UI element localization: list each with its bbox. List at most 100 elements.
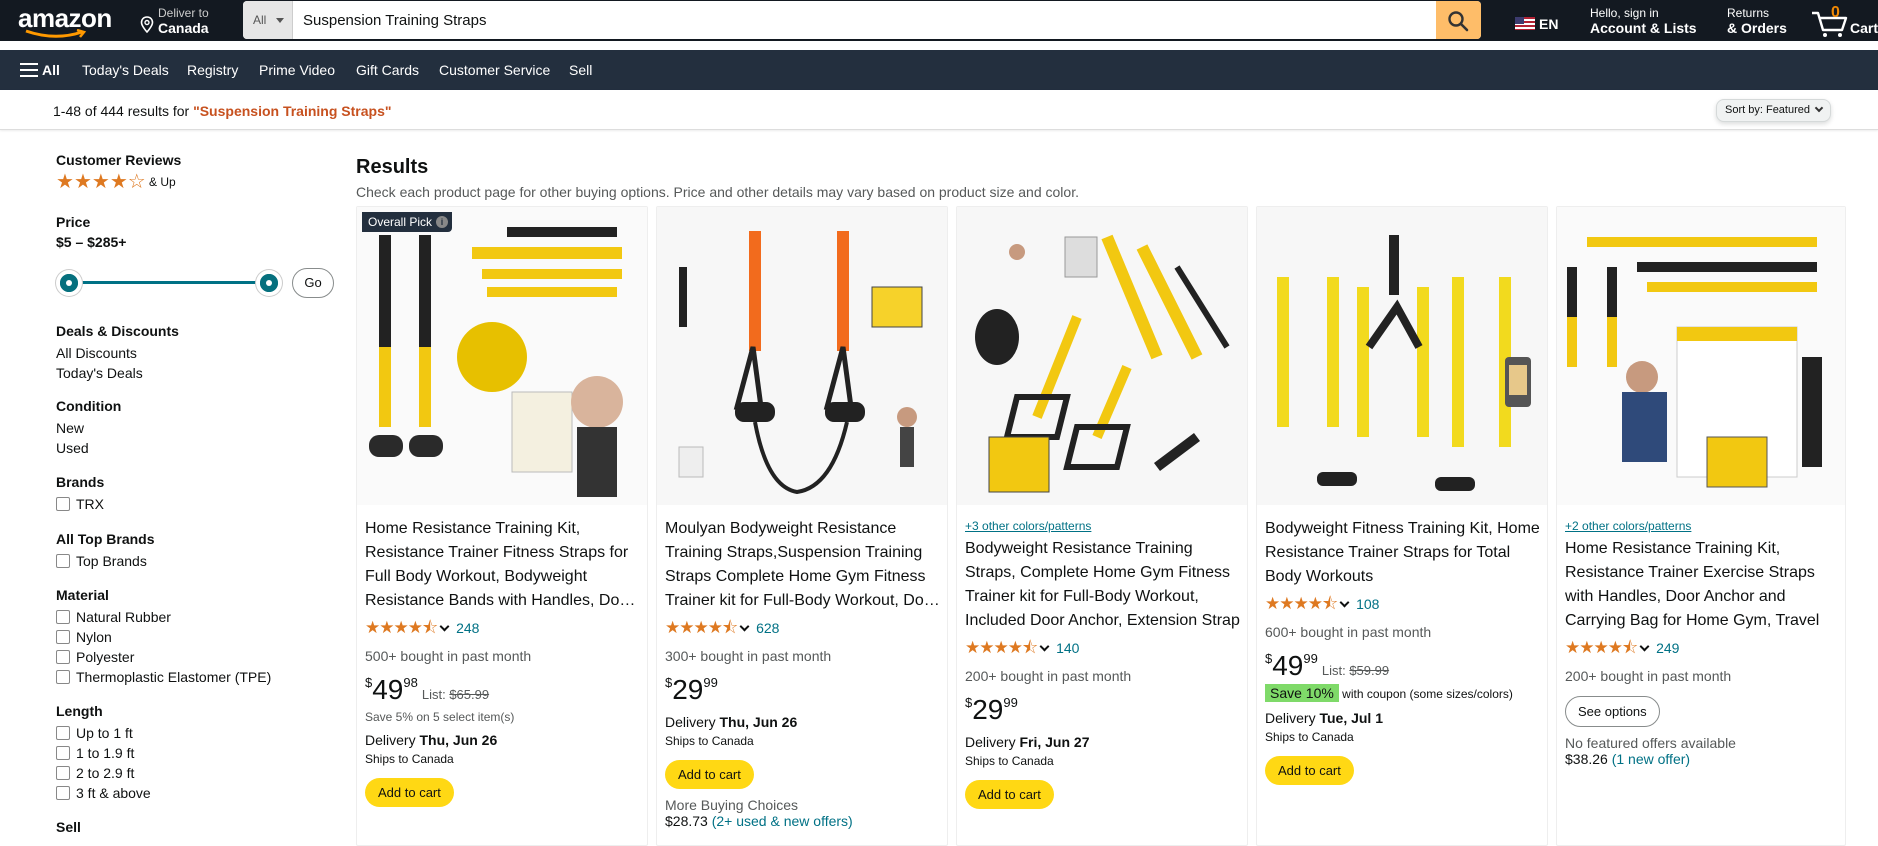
amazon-logo[interactable]: amazon [18, 5, 120, 38]
ships-to: Ships to Canada [1265, 730, 1354, 744]
chevron-down-icon[interactable] [1639, 641, 1650, 652]
used-new-offers-link[interactable]: (2+ used & new offers) [712, 813, 853, 829]
filter-todays-deals[interactable]: Today's Deals [56, 363, 179, 383]
filter-length-1-to-1-9[interactable]: 1 to 1.9 ft [56, 743, 151, 763]
product-image[interactable] [1557, 207, 1845, 505]
chevron-down-icon[interactable] [739, 621, 750, 632]
checkbox-label: TRX [76, 496, 104, 512]
checkbox[interactable] [56, 650, 70, 664]
all-menu-button[interactable]: All [20, 62, 60, 78]
review-count[interactable]: 248 [456, 620, 479, 636]
sort-dropdown[interactable]: Sort by: Featured [1716, 99, 1831, 122]
cart-icon [1812, 11, 1848, 37]
checkbox[interactable] [56, 497, 70, 511]
chevron-down-icon[interactable] [439, 621, 450, 632]
checkbox[interactable] [56, 766, 70, 780]
product-card: Moulyan Bodyweight Resistance Training S… [656, 206, 948, 846]
product-title[interactable]: Bodyweight Fitness Training Kit, Home Re… [1265, 517, 1541, 589]
price[interactable]: $2999 [965, 694, 1241, 726]
filter-top-brands[interactable]: Top Brands [56, 551, 155, 571]
review-count[interactable]: 628 [756, 620, 779, 636]
material-heading: Material [56, 587, 109, 603]
delivery-label: Delivery [365, 732, 420, 748]
filter-brand-trx[interactable]: TRX [56, 494, 104, 514]
checkbox[interactable] [56, 746, 70, 760]
add-to-cart-button[interactable]: Add to cart [365, 778, 454, 807]
language-selector[interactable]: EN [1515, 16, 1558, 32]
subnav-prime-video[interactable]: Prime Video [259, 62, 335, 78]
deals-filter: Deals & Discounts All Discounts Today's … [56, 323, 179, 383]
price[interactable]: $2999 [665, 674, 941, 706]
subnav-gift-cards[interactable]: Gift Cards [356, 62, 419, 78]
add-to-cart-button[interactable]: Add to cart [665, 760, 754, 789]
product-title[interactable]: Bodyweight Resistance Training Straps, C… [965, 537, 1241, 633]
search-button[interactable] [1436, 1, 1481, 39]
checkbox-label: Top Brands [76, 553, 147, 569]
filter-nylon[interactable]: Nylon [56, 627, 271, 647]
checkbox[interactable] [56, 610, 70, 624]
filter-new[interactable]: New [56, 418, 121, 438]
rating-stars-icon[interactable]: ★★★★⯪ [365, 618, 438, 637]
product-title[interactable]: Moulyan Bodyweight Resistance Training S… [665, 517, 941, 613]
cart-button[interactable]: 0 Cart [1810, 4, 1878, 38]
filter-natural-rubber[interactable]: Natural Rubber [56, 607, 271, 627]
checkbox[interactable] [56, 726, 70, 740]
price-max-handle[interactable] [256, 270, 282, 296]
filter-all-discounts[interactable]: All Discounts [56, 343, 179, 363]
subnav-registry[interactable]: Registry [187, 62, 238, 78]
product-image[interactable] [957, 207, 1247, 505]
returns-orders[interactable]: Returns & Orders [1727, 6, 1787, 36]
rating-stars-icon[interactable]: ★★★★⯪ [1565, 638, 1638, 657]
search-input[interactable] [293, 1, 1431, 39]
rating-stars-icon[interactable]: ★★★★⯪ [1265, 594, 1338, 613]
other-colors-link[interactable]: +2 other colors/patterns [1565, 519, 1841, 533]
coupon[interactable]: Save 10% with coupon (some sizes/colors) [1265, 684, 1541, 702]
product-image[interactable]: Overall Pick i [357, 207, 647, 505]
product-image[interactable] [1257, 207, 1547, 505]
checkbox[interactable] [56, 630, 70, 644]
price-min-handle[interactable] [56, 270, 82, 296]
product-image[interactable] [657, 207, 947, 505]
deliver-label: Deliver to [158, 6, 209, 20]
checkbox[interactable] [56, 670, 70, 684]
checkbox[interactable] [56, 554, 70, 568]
rating-stars-icon[interactable]: ★★★★⯪ [665, 618, 738, 637]
subnav-sell[interactable]: Sell [569, 62, 592, 78]
see-options-button[interactable]: See options [1565, 696, 1660, 727]
four-stars-up-filter[interactable]: ★★★★☆ & Up [56, 172, 181, 192]
price-go-button[interactable]: Go [292, 268, 334, 298]
review-count[interactable]: 249 [1656, 640, 1679, 656]
new-offer-link[interactable]: (1 new offer) [1612, 751, 1690, 767]
chevron-down-icon[interactable] [1339, 597, 1350, 608]
filter-length-3-above[interactable]: 3 ft & above [56, 783, 151, 803]
product-photo-straps [657, 207, 947, 505]
add-to-cart-button[interactable]: Add to cart [965, 780, 1054, 809]
product-title[interactable]: Home Resistance Training Kit, Resistance… [1565, 537, 1841, 633]
add-to-cart-button[interactable]: Add to cart [1265, 756, 1354, 785]
price[interactable]: $4998List: $65.99 [365, 674, 641, 706]
info-icon[interactable]: i [436, 216, 449, 228]
review-count[interactable]: 108 [1356, 596, 1379, 612]
filter-length-2-to-2-9[interactable]: 2 to 2.9 ft [56, 763, 151, 783]
product-title[interactable]: Home Resistance Training Kit, Resistance… [365, 517, 641, 613]
chevron-down-icon[interactable] [1039, 641, 1050, 652]
filter-used[interactable]: Used [56, 438, 121, 458]
filter-polyester[interactable]: Polyester [56, 647, 271, 667]
filter-length-up-to-1[interactable]: Up to 1 ft [56, 723, 151, 743]
checkbox[interactable] [56, 786, 70, 800]
other-colors-link[interactable]: +3 other colors/patterns [965, 519, 1241, 533]
filter-tpe[interactable]: Thermoplastic Elastomer (TPE) [56, 667, 271, 687]
condition-heading: Condition [56, 398, 122, 414]
price[interactable]: $4999List: $59.99 [1265, 650, 1541, 682]
more-offers: $28.73 (2+ used & new offers) [665, 813, 941, 829]
rating-stars-icon[interactable]: ★★★★⯪ [965, 638, 1038, 657]
account-menu[interactable]: Hello, sign in Account & Lists [1590, 6, 1697, 36]
caret-down-icon [276, 18, 284, 23]
cart-label: Cart [1850, 20, 1878, 36]
subnav-todays-deals[interactable]: Today's Deals [82, 62, 169, 78]
subnav-customer-service[interactable]: Customer Service [439, 62, 550, 78]
review-count[interactable]: 140 [1056, 640, 1079, 656]
search-category-select[interactable]: All [243, 1, 293, 39]
deliver-country: Canada [158, 20, 209, 36]
next-filter-heading: Sell [56, 819, 81, 835]
